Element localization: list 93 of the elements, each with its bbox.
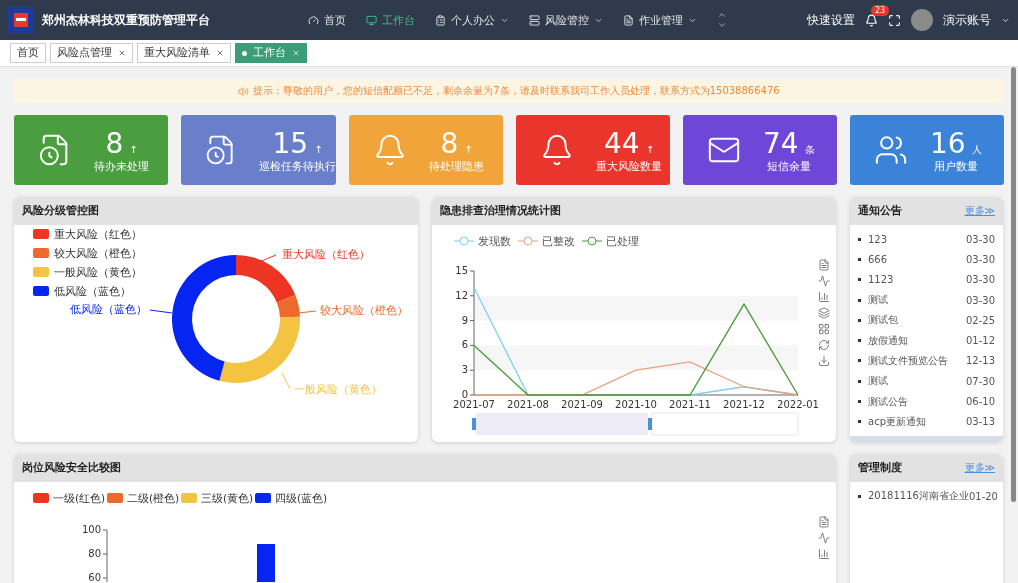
list-item-title[interactable]: acp更新通知	[868, 414, 926, 429]
quick-settings-link[interactable]: 快速设置	[807, 11, 855, 29]
stat-value: 8	[440, 126, 459, 160]
stat-unit: 人	[971, 142, 982, 157]
list-item-title[interactable]: 测试文件预览公告	[868, 353, 948, 368]
panel-title: 管理制度	[858, 461, 902, 475]
axis-tick-label: 9	[461, 314, 468, 326]
slice-label: 较大风险（橙色）	[320, 304, 408, 316]
axis-tick-label: 6	[461, 339, 468, 351]
stat-card[interactable]: 74 条 短信余量	[683, 115, 837, 185]
stat-label: 巡检任务待执行	[259, 159, 336, 174]
nav-item[interactable]: 风险管控	[529, 12, 603, 28]
list-item-title[interactable]: 放假通知	[868, 333, 908, 348]
page-tab[interactable]: 首页	[10, 43, 46, 63]
panel-title: 风险分级管控图	[22, 204, 99, 218]
legend-label[interactable]: 较大风险（橙色）	[54, 247, 142, 259]
stat-unit: ↑	[129, 143, 138, 155]
panel-title: 岗位风险安全比较图	[22, 461, 121, 475]
panel-title: 通知公告	[858, 204, 902, 218]
slice-label: 低风险（蓝色）	[70, 303, 147, 315]
page-tab[interactable]: 风险点管理	[50, 43, 133, 63]
legend-label[interactable]: 一般风险（黄色）	[54, 266, 142, 278]
axis-tick-label: 2021-09	[561, 399, 603, 410]
axis-tick-label: 60	[88, 572, 101, 582]
stat-unit: ↑	[645, 143, 654, 155]
legend-label[interactable]: 二级(橙色)	[127, 492, 180, 504]
list-item-date: 06-10	[965, 396, 995, 407]
axis-tick-label: 100	[81, 524, 101, 535]
panel-title: 隐患排查治理情况统计图	[440, 204, 561, 218]
list-item-title[interactable]: 测试公告	[868, 394, 908, 409]
nav-item[interactable]: 工作台	[366, 12, 415, 28]
app-title: 郑州杰林科技双重预防管理平台	[42, 11, 211, 29]
axis-tick-label: 80	[88, 548, 101, 559]
legend-label[interactable]: 已整改	[542, 235, 575, 247]
axis-tick-label: 2021-07	[453, 399, 495, 410]
stat-label: 重大风险数量	[596, 159, 662, 174]
axis-tick-label: 0	[461, 389, 468, 400]
legend-label[interactable]: 发现数	[478, 235, 511, 247]
legend-label[interactable]: 低风险（蓝色）	[54, 285, 131, 297]
nav-item[interactable]: 首页	[308, 12, 346, 28]
stat-value: 44	[604, 126, 640, 160]
list-item-date: 07-30	[965, 375, 995, 387]
axis-tick-label: 2021-10	[615, 399, 657, 410]
stat-value: 16	[930, 126, 966, 160]
notification-badge: 23	[871, 4, 890, 16]
list-item-date: 01-20	[968, 490, 998, 502]
stat-unit: ↑	[464, 143, 473, 155]
stat-label: 待办未处理	[94, 159, 149, 174]
list-item-date: 02-25	[965, 314, 995, 326]
list-item-date: 12-13	[965, 355, 995, 367]
list-item-title[interactable]: 20181116河南省企业	[868, 489, 969, 504]
list-item-date: 03-30	[965, 294, 995, 306]
axis-tick-label: 12	[455, 289, 468, 301]
legend-label[interactable]: 一级(红色)	[53, 492, 106, 504]
axis-tick-label: 15	[455, 265, 468, 276]
stat-card[interactable]: 16 人 用户数量	[850, 115, 1004, 185]
list-item-date: 01-12	[965, 335, 995, 347]
stat-value: 8	[105, 126, 124, 160]
slice-label: 重大风险（红色）	[282, 248, 370, 260]
stat-label: 用户数量	[933, 159, 978, 174]
nav-item[interactable]: 作业管理	[623, 12, 697, 28]
notice-text: 提示：尊敬的用户，您的短信配额已不足，剩余余量为7条，请及时联系我司工作人员处理，联系方式为15038866476	[253, 84, 780, 98]
stat-value: 74	[763, 126, 799, 160]
stat-card[interactable]: 44 ↑ 重大风险数量	[516, 115, 670, 185]
list-item-date: 03-13	[965, 416, 995, 428]
stat-unit: 条	[804, 142, 815, 157]
list-item-date: 03-30	[965, 233, 995, 245]
legend-label[interactable]: 三级(黄色)	[201, 492, 254, 504]
list-item-title[interactable]: 1123	[868, 274, 894, 286]
nav-item[interactable]: 个人办公	[435, 12, 509, 28]
list-item-date: 03-30	[965, 274, 995, 286]
axis-tick-label: 3	[461, 364, 468, 376]
list-item-title[interactable]: 测试	[868, 293, 888, 308]
page-tab[interactable]: 重大风险清单	[137, 43, 231, 63]
slice-label: 一般风险（黄色）	[294, 383, 382, 395]
legend-label[interactable]: 重大风险（红色）	[54, 228, 142, 240]
stat-label: 待处理隐患	[429, 159, 484, 174]
stat-card[interactable]: 15 ↑ 巡检任务待执行	[181, 115, 336, 185]
list-item-title[interactable]: 测试	[868, 374, 888, 389]
legend-label[interactable]: 已处理	[606, 235, 639, 247]
legend-label[interactable]: 四级(蓝色)	[275, 492, 328, 504]
stat-unit: ↑	[314, 143, 323, 155]
account-name[interactable]: 演示账号	[943, 11, 991, 29]
stat-label: 短信余量	[766, 159, 811, 174]
axis-tick-label: 2021-12	[723, 399, 765, 410]
axis-tick-label: 2021-08	[507, 399, 549, 410]
list-item-title[interactable]: 666	[868, 253, 888, 265]
axis-tick-label: 2022-01	[777, 399, 819, 410]
list-item-title[interactable]: 123	[868, 233, 888, 245]
list-item-title[interactable]: 测试包	[868, 313, 898, 328]
list-item-date: 03-30	[965, 253, 995, 265]
stat-value: 15	[272, 126, 309, 160]
axis-tick-label: 2021-11	[669, 399, 711, 410]
